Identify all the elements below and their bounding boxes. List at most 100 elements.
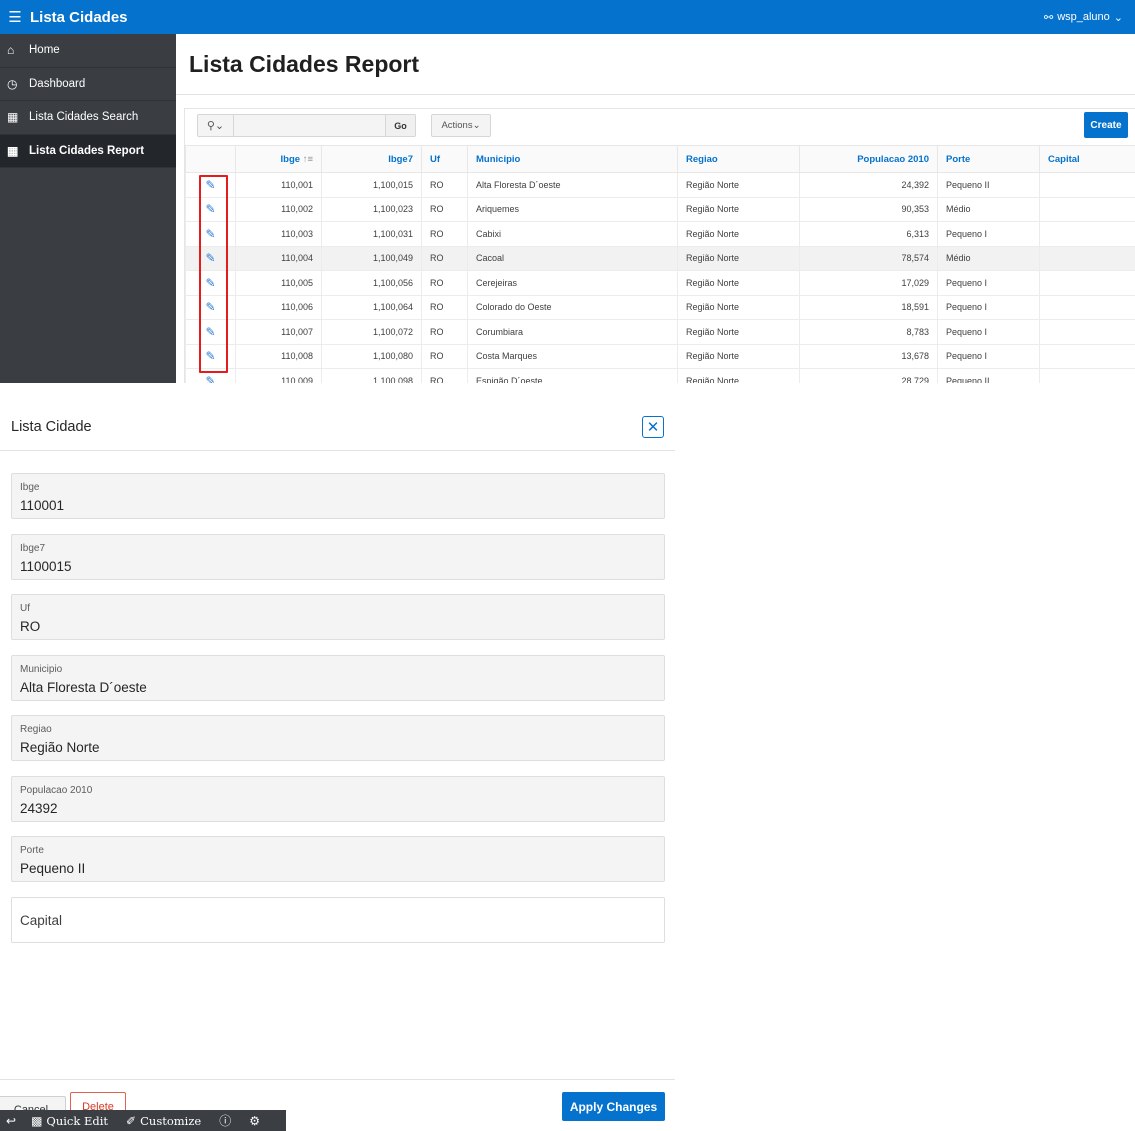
close-icon[interactable]: ✕ bbox=[642, 416, 664, 438]
field-uf[interactable]: Uf RO bbox=[11, 594, 665, 640]
quick-edit-label: Quick Edit bbox=[46, 1113, 109, 1128]
column-header-municipio[interactable]: Municipio bbox=[467, 145, 678, 173]
edit-link-cell[interactable]: ✎ bbox=[185, 245, 236, 271]
column-header-capital[interactable]: Capital bbox=[1039, 145, 1135, 173]
table-cell: RO bbox=[421, 245, 468, 271]
field-value[interactable]: 110001 bbox=[20, 498, 64, 513]
table-cell: Região Norte bbox=[677, 319, 800, 345]
field-label: Municipio bbox=[20, 664, 63, 675]
info-icon[interactable]: ⓘ bbox=[210, 1110, 240, 1131]
table-cell: 78,574 bbox=[799, 245, 938, 271]
quick-edit-button[interactable]: ▩ Quick Edit bbox=[22, 1110, 117, 1131]
field-value[interactable]: RO bbox=[20, 619, 40, 634]
edit-link-cell[interactable]: ✎ bbox=[185, 270, 236, 296]
app-title[interactable]: Lista Cidades bbox=[30, 9, 128, 26]
field-label: Uf bbox=[20, 603, 30, 614]
field-value[interactable]: Pequeno II bbox=[20, 861, 85, 876]
table-cell: Pequeno I bbox=[937, 319, 1040, 345]
table-row: ✎ 110,005 1,100,056 RO Cerejeiras Região Nort… bbox=[185, 270, 1135, 296]
edit-icon[interactable]: ✎ bbox=[205, 276, 215, 290]
table-cell: 110,007 bbox=[235, 319, 322, 345]
field-label: Populacao 2010 bbox=[20, 785, 93, 796]
field-ibge[interactable]: Ibge 110001 bbox=[11, 473, 665, 519]
field-value[interactable]: 1100015 bbox=[20, 559, 72, 574]
home-icon[interactable]: ↩ bbox=[0, 1110, 22, 1131]
table-cell: 6,313 bbox=[799, 221, 938, 247]
actions-label: Actions bbox=[441, 120, 473, 131]
page-title: Lista Cidades Report bbox=[189, 51, 420, 77]
edit-icon[interactable]: ✎ bbox=[205, 202, 215, 216]
table-row: ✎ 110,007 1,100,072 RO Corumbiara Região Nort… bbox=[185, 319, 1135, 345]
edit-icon[interactable]: ✎ bbox=[205, 178, 215, 192]
edit-link-cell[interactable]: ✎ bbox=[185, 196, 236, 222]
sidebar-item-label: Lista Cidades Report bbox=[29, 144, 145, 157]
table-cell: Região Norte bbox=[677, 294, 800, 320]
actions-menu-button[interactable]: Actions ⌄ bbox=[431, 114, 491, 137]
table-cell: RO bbox=[421, 270, 468, 296]
field-value[interactable]: Região Norte bbox=[20, 740, 100, 755]
field-label: Regiao bbox=[20, 724, 52, 735]
table-cell: Costa Marques bbox=[467, 343, 678, 369]
field-municipio[interactable]: Municipio Alta Floresta D´oeste bbox=[11, 655, 665, 701]
edit-icon[interactable]: ✎ bbox=[205, 300, 215, 314]
table-cell: Pequeno I bbox=[937, 270, 1040, 296]
table-cell: Médio bbox=[937, 196, 1040, 222]
go-button[interactable]: Go bbox=[385, 115, 415, 136]
table-row: ✎ 110,002 1,100,023 RO Ariquemes Região Norte… bbox=[185, 196, 1135, 222]
edit-link-cell[interactable]: ✎ bbox=[185, 319, 236, 345]
edit-icon[interactable]: ✎ bbox=[205, 227, 215, 241]
customize-button[interactable]: ✐ Customize bbox=[117, 1110, 210, 1131]
search-icon[interactable]: ⚲⌄ bbox=[198, 114, 234, 137]
table-cell bbox=[1039, 221, 1135, 247]
main-content: Lista Cidades Report ⚲⌄ Go Actions ⌄ Cre… bbox=[176, 34, 1135, 383]
apply-changes-button[interactable]: Apply Changes bbox=[562, 1092, 665, 1121]
table-cell bbox=[1039, 196, 1135, 222]
field-value[interactable]: 24392 bbox=[20, 801, 58, 816]
create-button[interactable]: Create bbox=[1084, 112, 1128, 138]
field-porte[interactable]: Porte Pequeno II bbox=[11, 836, 665, 882]
table-cell: Pequeno II bbox=[937, 172, 1040, 198]
edit-icon[interactable]: ✎ bbox=[205, 349, 215, 363]
user-menu[interactable]: ⚯ wsp_aluno ⌄ bbox=[1044, 0, 1123, 34]
gear-icon[interactable]: ⚙ bbox=[240, 1110, 269, 1131]
edit-link-cell[interactable]: ✎ bbox=[185, 172, 236, 198]
edit-icon[interactable]: ✎ bbox=[205, 325, 215, 339]
column-header-regiao[interactable]: Regiao bbox=[677, 145, 800, 173]
table-row: ✎ 110,006 1,100,064 RO Colorado do Oeste Regi… bbox=[185, 294, 1135, 320]
column-header-populacao[interactable]: Populacao 2010 bbox=[799, 145, 938, 173]
table-cell: Região Norte bbox=[677, 196, 800, 222]
table-cell: Alta Floresta D´oeste bbox=[467, 172, 678, 198]
edit-link-cell[interactable]: ✎ bbox=[185, 221, 236, 247]
sort-ascending-icon: ↑≡ bbox=[302, 153, 313, 165]
search-input[interactable] bbox=[234, 115, 385, 136]
sidebar-item-report[interactable]: ▦ Lista Cidades Report bbox=[0, 134, 176, 168]
table-cell: Colorado do Oeste bbox=[467, 294, 678, 320]
dialog-header: Lista Cidade ✕ bbox=[0, 384, 675, 451]
dialog-title: Lista Cidade bbox=[11, 419, 92, 435]
edit-icon[interactable]: ✎ bbox=[205, 374, 215, 383]
table-cell: 110,001 bbox=[235, 172, 322, 198]
field-value[interactable]: Alta Floresta D´oeste bbox=[20, 680, 147, 695]
table-cell bbox=[1039, 245, 1135, 271]
field-capital[interactable]: Capital bbox=[11, 897, 665, 943]
edit-link-cell[interactable]: ✎ bbox=[185, 368, 236, 383]
table-cell: RO bbox=[421, 172, 468, 198]
sidebar-item-dashboard[interactable]: ◷ Dashboard bbox=[0, 68, 176, 101]
column-header-label: Ibge bbox=[280, 153, 301, 165]
column-header-porte[interactable]: Porte bbox=[937, 145, 1040, 173]
menu-toggle-icon[interactable]: ☰ bbox=[0, 0, 30, 34]
field-populacao[interactable]: Populacao 2010 24392 bbox=[11, 776, 665, 822]
column-header-uf[interactable]: Uf bbox=[421, 145, 468, 173]
table-cell: 1,100,098 bbox=[321, 368, 422, 383]
table-cell bbox=[1039, 368, 1135, 383]
edit-icon[interactable]: ✎ bbox=[205, 251, 215, 265]
sidebar-item-search[interactable]: ▦ Lista Cidades Search bbox=[0, 101, 176, 135]
column-header-ibge[interactable]: Ibge ↑≡ bbox=[235, 145, 322, 173]
edit-link-cell[interactable]: ✎ bbox=[185, 343, 236, 369]
field-regiao[interactable]: Regiao Região Norte bbox=[11, 715, 665, 761]
sidebar-item-home[interactable]: ⌂ Home bbox=[0, 34, 176, 68]
edit-dialog: Lista Cidade ✕ Ibge 110001 Ibge7 1100015… bbox=[0, 384, 675, 1131]
field-ibge7[interactable]: Ibge7 1100015 bbox=[11, 534, 665, 580]
edit-link-cell[interactable]: ✎ bbox=[185, 294, 236, 320]
column-header-ibge7[interactable]: Ibge7 bbox=[321, 145, 422, 173]
